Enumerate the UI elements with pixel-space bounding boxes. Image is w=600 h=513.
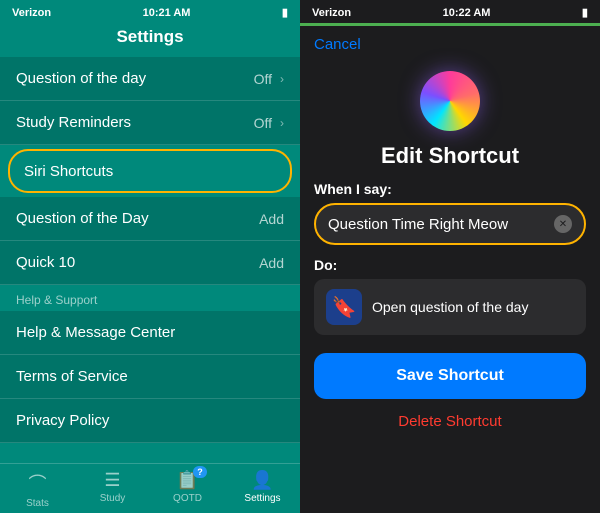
when-i-say-label: When I say: <box>300 181 600 203</box>
stats-icon: ⌒ <box>29 470 47 496</box>
clear-icon[interactable]: ✕ <box>554 215 572 233</box>
nav-study-label: Study <box>100 493 126 504</box>
right-status-bar: Verizon 10:22 AM ▮ <box>300 0 600 23</box>
question-of-day-2-value: Add <box>259 211 284 227</box>
study-icon: ☰ <box>104 470 120 491</box>
right-carrier: Verizon <box>312 7 351 19</box>
chevron-icon-2: › <box>280 116 284 130</box>
settings-icon: 👤 <box>251 470 273 491</box>
do-container: 🔖 Open question of the day <box>314 279 586 335</box>
qotd-badge-container: 📋 ? <box>176 470 198 491</box>
terms-label: Terms of Service <box>16 368 128 385</box>
quick-10-row[interactable]: Quick 10 Add <box>0 241 300 285</box>
chevron-icon: › <box>280 72 284 86</box>
right-battery: ▮ <box>582 6 588 19</box>
question-of-day-row[interactable]: Question of the day Off › <box>0 57 300 101</box>
phrase-text: Question Time Right Meow <box>328 216 554 233</box>
left-carrier: Verizon <box>12 7 51 19</box>
study-reminders-row[interactable]: Study Reminders Off › <box>0 101 300 145</box>
do-action-text: Open question of the day <box>372 299 528 315</box>
left-status-bar: Verizon 10:21 AM ▮ <box>0 0 300 23</box>
qotd-badge: ? <box>193 466 207 478</box>
do-action-icon: 🔖 <box>326 289 362 325</box>
left-panel: Verizon 10:21 AM ▮ Settings Question of … <box>0 0 300 513</box>
right-top-bar: Cancel <box>300 30 600 61</box>
nav-qotd[interactable]: 📋 ? QOTD <box>150 470 225 509</box>
nav-study[interactable]: ☰ Study <box>75 470 150 509</box>
save-shortcut-button[interactable]: Save Shortcut <box>314 353 586 399</box>
siri-shortcuts-label: Siri Shortcuts <box>24 163 113 180</box>
left-battery: ▮ <box>282 6 288 19</box>
nav-qotd-label: QOTD <box>173 493 202 504</box>
help-center-row[interactable]: Help & Message Center <box>0 311 300 355</box>
green-progress-bar <box>300 23 600 26</box>
study-reminders-label: Study Reminders <box>16 114 131 131</box>
question-of-day-2-row[interactable]: Question of the Day Add <box>0 197 300 241</box>
help-section-header: Help & Support <box>0 285 300 311</box>
study-reminders-value: Off › <box>254 115 284 131</box>
nav-stats[interactable]: ⌒ Stats <box>0 470 75 509</box>
siri-icon-container <box>300 61 600 139</box>
question-of-day-label: Question of the day <box>16 70 146 87</box>
quick-10-label: Quick 10 <box>16 254 75 271</box>
bottom-nav: ⌒ Stats ☰ Study 📋 ? QOTD 👤 Settings <box>0 463 300 513</box>
settings-list: Question of the day Off › Study Reminder… <box>0 57 300 463</box>
cancel-button[interactable]: Cancel <box>314 36 361 53</box>
quick-10-value: Add <box>259 255 284 271</box>
edit-shortcut-title: Edit Shortcut <box>300 139 600 181</box>
nav-settings-label: Settings <box>244 493 280 504</box>
nav-stats-label: Stats <box>26 498 49 509</box>
right-time: 10:22 AM <box>443 7 491 19</box>
help-center-label: Help & Message Center <box>16 324 175 341</box>
right-panel: Verizon 10:22 AM ▮ Cancel Edit Shortcut … <box>300 0 600 513</box>
question-of-day-2-label: Question of the Day <box>16 210 149 227</box>
siri-shortcuts-row[interactable]: Siri Shortcuts <box>8 149 292 193</box>
do-label: Do: <box>300 257 600 279</box>
left-screen-title: Settings <box>0 23 300 57</box>
left-time: 10:21 AM <box>143 7 191 19</box>
privacy-row[interactable]: Privacy Policy <box>0 399 300 443</box>
question-of-day-value: Off › <box>254 71 284 87</box>
terms-row[interactable]: Terms of Service <box>0 355 300 399</box>
nav-settings[interactable]: 👤 Settings <box>225 470 300 509</box>
delete-shortcut-button[interactable]: Delete Shortcut <box>300 405 600 438</box>
siri-icon <box>420 71 480 131</box>
privacy-label: Privacy Policy <box>16 412 109 429</box>
phrase-input-container[interactable]: Question Time Right Meow ✕ <box>314 203 586 245</box>
